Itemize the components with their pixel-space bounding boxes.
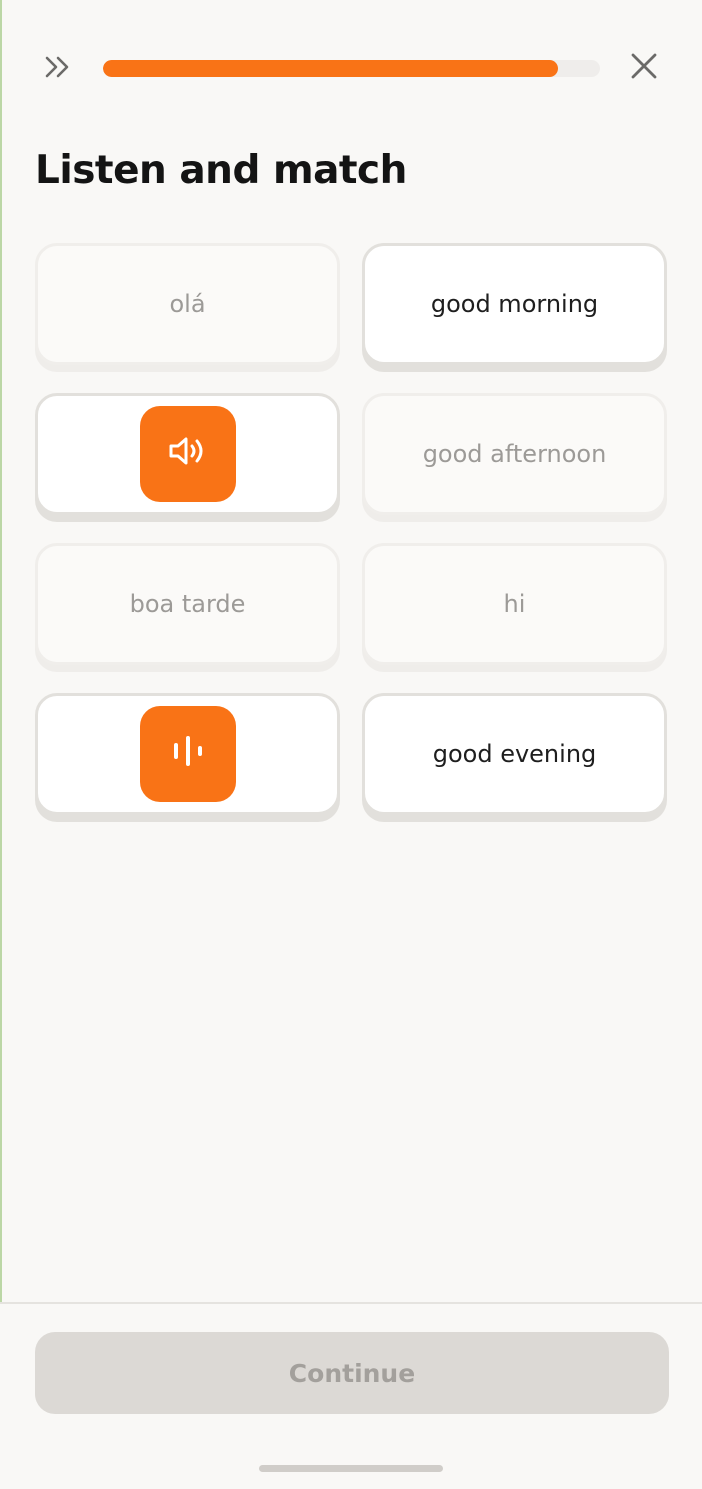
page-title: Listen and match: [35, 148, 407, 193]
close-icon: [630, 52, 658, 84]
close-button[interactable]: [624, 48, 664, 88]
tile-label: good evening: [432, 740, 597, 768]
left-edge-accent: [0, 0, 2, 1302]
double-chevron-right-icon: [44, 55, 72, 83]
match-tile-audio-2[interactable]: [35, 693, 340, 815]
audio-wave-icon: [170, 734, 206, 774]
lesson-progress-fill: [103, 60, 558, 77]
lesson-screen: Listen and match olá good morning good a…: [0, 0, 702, 1489]
audio-play-button[interactable]: [139, 406, 236, 502]
audio-playing-button[interactable]: [139, 706, 236, 802]
skip-button[interactable]: [38, 50, 78, 88]
continue-button[interactable]: Continue: [35, 1332, 669, 1414]
tile-label: hi: [503, 590, 526, 618]
match-tile-good-afternoon[interactable]: good afternoon: [362, 393, 667, 515]
tile-label: olá: [169, 290, 206, 318]
tile-label: good morning: [430, 290, 599, 318]
home-indicator: [259, 1465, 443, 1472]
tile-label: good afternoon: [422, 440, 607, 468]
match-tile-audio-1[interactable]: [35, 393, 340, 515]
speaker-icon: [168, 435, 208, 473]
match-tile-ola[interactable]: olá: [35, 243, 340, 365]
match-tile-good-morning[interactable]: good morning: [362, 243, 667, 365]
match-tile-good-evening[interactable]: good evening: [362, 693, 667, 815]
match-tile-boa-tarde[interactable]: boa tarde: [35, 543, 340, 665]
lesson-progress-bar: [103, 60, 600, 77]
tile-label: boa tarde: [129, 590, 246, 618]
match-tile-hi[interactable]: hi: [362, 543, 667, 665]
